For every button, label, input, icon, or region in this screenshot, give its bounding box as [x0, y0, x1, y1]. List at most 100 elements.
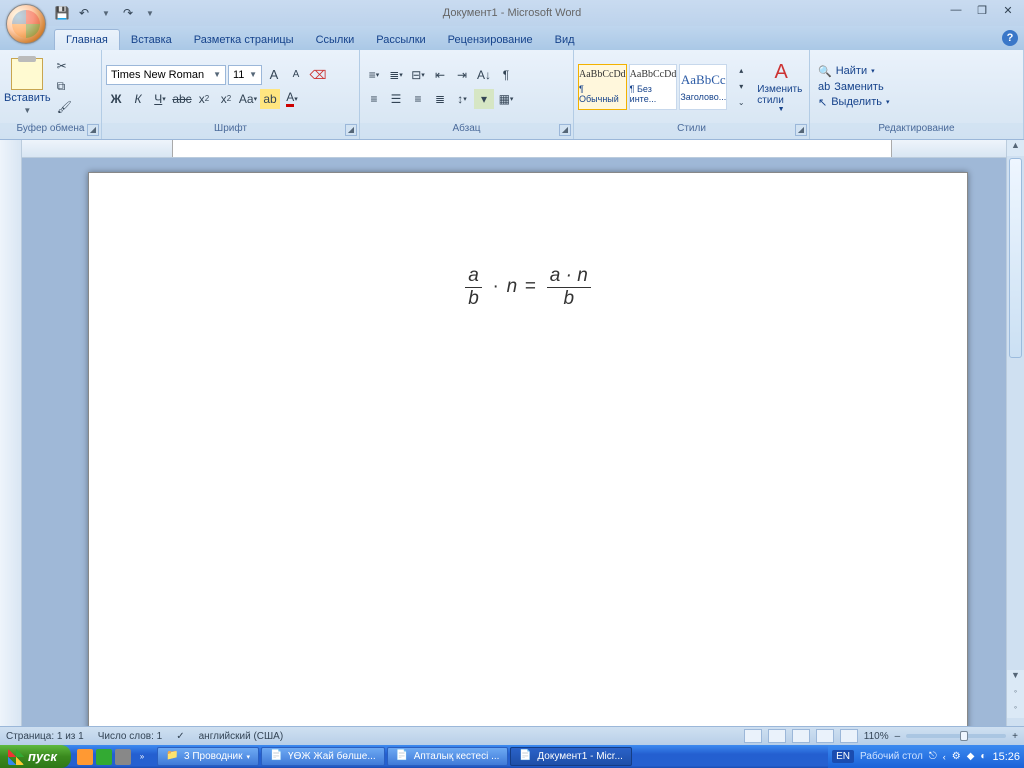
prev-page-icon[interactable]: ◦ [1007, 686, 1024, 702]
tray-icon-3[interactable]: ◆ [967, 751, 975, 762]
taskbar-item-doc3[interactable]: 📄Документ1 - Micr... [510, 747, 631, 766]
find-button[interactable]: 🔍Найти ▾ [818, 65, 889, 78]
tray-icon-1[interactable]: ⎋ [929, 751, 937, 762]
shading-button[interactable]: ▾ [474, 89, 494, 109]
save-icon[interactable]: 💾 [54, 5, 70, 21]
page[interactable]: ab · n = a · nb [88, 172, 968, 726]
next-page-icon[interactable]: ◦ [1007, 702, 1024, 718]
vertical-ruler[interactable] [0, 140, 22, 726]
ql-icon-1[interactable] [77, 749, 93, 765]
increase-indent-button[interactable]: ⇥ [452, 65, 472, 85]
font-color-button[interactable]: A▾ [282, 89, 302, 109]
clipboard-dialog-launcher[interactable]: ◢ [87, 124, 99, 136]
zoom-in-button[interactable]: + [1012, 731, 1018, 742]
cut-icon[interactable]: ✂ [57, 59, 72, 73]
format-painter-icon[interactable]: 🖌 [57, 100, 72, 114]
underline-button[interactable]: Ч▾ [150, 89, 170, 109]
view-outline[interactable] [816, 729, 834, 743]
borders-button[interactable]: ▦▾ [496, 89, 516, 109]
ql-icon-2[interactable] [96, 749, 112, 765]
decrease-indent-button[interactable]: ⇤ [430, 65, 450, 85]
zoom-out-button[interactable]: – [895, 731, 901, 742]
change-styles-button[interactable]: A Изменить стили ▼ [757, 61, 805, 113]
highlight-button[interactable]: ab [260, 89, 280, 109]
start-button[interactable]: пуск [0, 745, 71, 768]
zoom-slider-knob[interactable] [960, 731, 968, 741]
tab-review[interactable]: Рецензирование [437, 30, 544, 50]
zoom-slider[interactable] [906, 734, 1006, 738]
ql-expand-icon[interactable]: » [134, 749, 150, 765]
view-print-layout[interactable] [744, 729, 762, 743]
equation[interactable]: ab · n = a · nb [89, 265, 967, 310]
strike-button[interactable]: abc [172, 89, 192, 109]
paste-button[interactable]: Вставить ▼ [4, 58, 51, 115]
change-case-button[interactable]: Aa▾ [238, 89, 258, 109]
tab-mailings[interactable]: Рассылки [365, 30, 436, 50]
select-button[interactable]: ↖Выделить ▾ [818, 96, 889, 109]
minimize-button[interactable]: — [944, 4, 968, 20]
status-language[interactable]: английский (США) [199, 731, 284, 742]
align-right-button[interactable]: ≡ [408, 89, 428, 109]
taskbar-item-explorer[interactable]: 📁3 Проводник▾ [157, 747, 259, 766]
status-page[interactable]: Страница: 1 из 1 [6, 731, 84, 742]
scroll-down-icon[interactable]: ▼ [1007, 670, 1024, 686]
styles-dialog-launcher[interactable]: ◢ [795, 124, 807, 136]
ql-icon-3[interactable] [115, 749, 131, 765]
grow-font-icon[interactable]: A [264, 65, 284, 85]
font-dialog-launcher[interactable]: ◢ [345, 124, 357, 136]
italic-button[interactable]: К [128, 89, 148, 109]
vertical-scrollbar[interactable]: ▲ ▼ ◦ ◦ [1006, 140, 1024, 726]
redo-icon[interactable]: ↷ [120, 5, 136, 21]
status-words[interactable]: Число слов: 1 [98, 731, 162, 742]
multilevel-button[interactable]: ⊟▾ [408, 65, 428, 85]
style-heading1[interactable]: AaBbCc Заголово... [679, 64, 727, 110]
scroll-up-icon[interactable]: ▲ [1007, 140, 1024, 156]
numbering-button[interactable]: ≣▾ [386, 65, 406, 85]
font-size-combo[interactable]: 11▼ [228, 65, 262, 85]
tray-icon-2[interactable]: ⚙ [952, 751, 961, 762]
undo-dropdown-icon[interactable]: ▼ [98, 5, 114, 21]
tab-home[interactable]: Главная [54, 29, 120, 50]
show-desktop-label[interactable]: Рабочий стол [860, 751, 923, 762]
shrink-font-icon[interactable]: A [286, 65, 306, 85]
line-spacing-button[interactable]: ↕▾ [452, 89, 472, 109]
tab-page-layout[interactable]: Разметка страницы [183, 30, 305, 50]
maximize-button[interactable]: ❐ [970, 4, 994, 20]
taskbar-item-doc1[interactable]: 📄ҮӨЖ Жай бөлше... [261, 747, 385, 766]
justify-button[interactable]: ≣ [430, 89, 450, 109]
sort-button[interactable]: A↓ [474, 65, 494, 85]
help-icon[interactable]: ? [1002, 30, 1018, 46]
view-web-layout[interactable] [792, 729, 810, 743]
tab-references[interactable]: Ссылки [305, 30, 366, 50]
office-button[interactable] [6, 4, 46, 44]
font-name-combo[interactable]: Times New Roman▼ [106, 65, 226, 85]
close-button[interactable]: ✕ [996, 4, 1020, 20]
superscript-button[interactable]: x2 [216, 89, 236, 109]
tab-insert[interactable]: Вставка [120, 30, 183, 50]
status-proofing-icon[interactable]: ✓ [176, 731, 184, 742]
taskbar-item-doc2[interactable]: 📄Апталық кестесі ... [387, 747, 509, 766]
qat-customize-icon[interactable]: ▼ [142, 5, 158, 21]
subscript-button[interactable]: x2 [194, 89, 214, 109]
tray-icon-4[interactable]: ◐ [980, 751, 986, 762]
clock[interactable]: 15:26 [992, 751, 1020, 763]
view-draft[interactable] [840, 729, 858, 743]
style-no-spacing[interactable]: AaBbCcDd ¶ Без инте... [629, 64, 678, 110]
align-center-button[interactable]: ☰ [386, 89, 406, 109]
tray-expand-icon[interactable]: ‹ [943, 752, 946, 762]
styles-more[interactable]: ⌄ [731, 96, 751, 110]
bullets-button[interactable]: ≡▾ [364, 65, 384, 85]
copy-icon[interactable]: ⧉ [57, 79, 72, 94]
paragraph-dialog-launcher[interactable]: ◢ [559, 124, 571, 136]
bold-button[interactable]: Ж [106, 89, 126, 109]
zoom-value[interactable]: 110% [864, 731, 889, 742]
style-normal[interactable]: AaBbCcDd ¶ Обычный [578, 64, 627, 110]
clear-formatting-icon[interactable]: ⌫ [308, 65, 328, 85]
replace-button[interactable]: abЗаменить [818, 81, 889, 93]
scrollbar-thumb[interactable] [1009, 158, 1022, 358]
view-full-reading[interactable] [768, 729, 786, 743]
show-marks-button[interactable]: ¶ [496, 65, 516, 85]
tab-view[interactable]: Вид [544, 30, 586, 50]
styles-row-up[interactable]: ▴ [731, 64, 751, 78]
styles-row-down[interactable]: ▾ [731, 80, 751, 94]
